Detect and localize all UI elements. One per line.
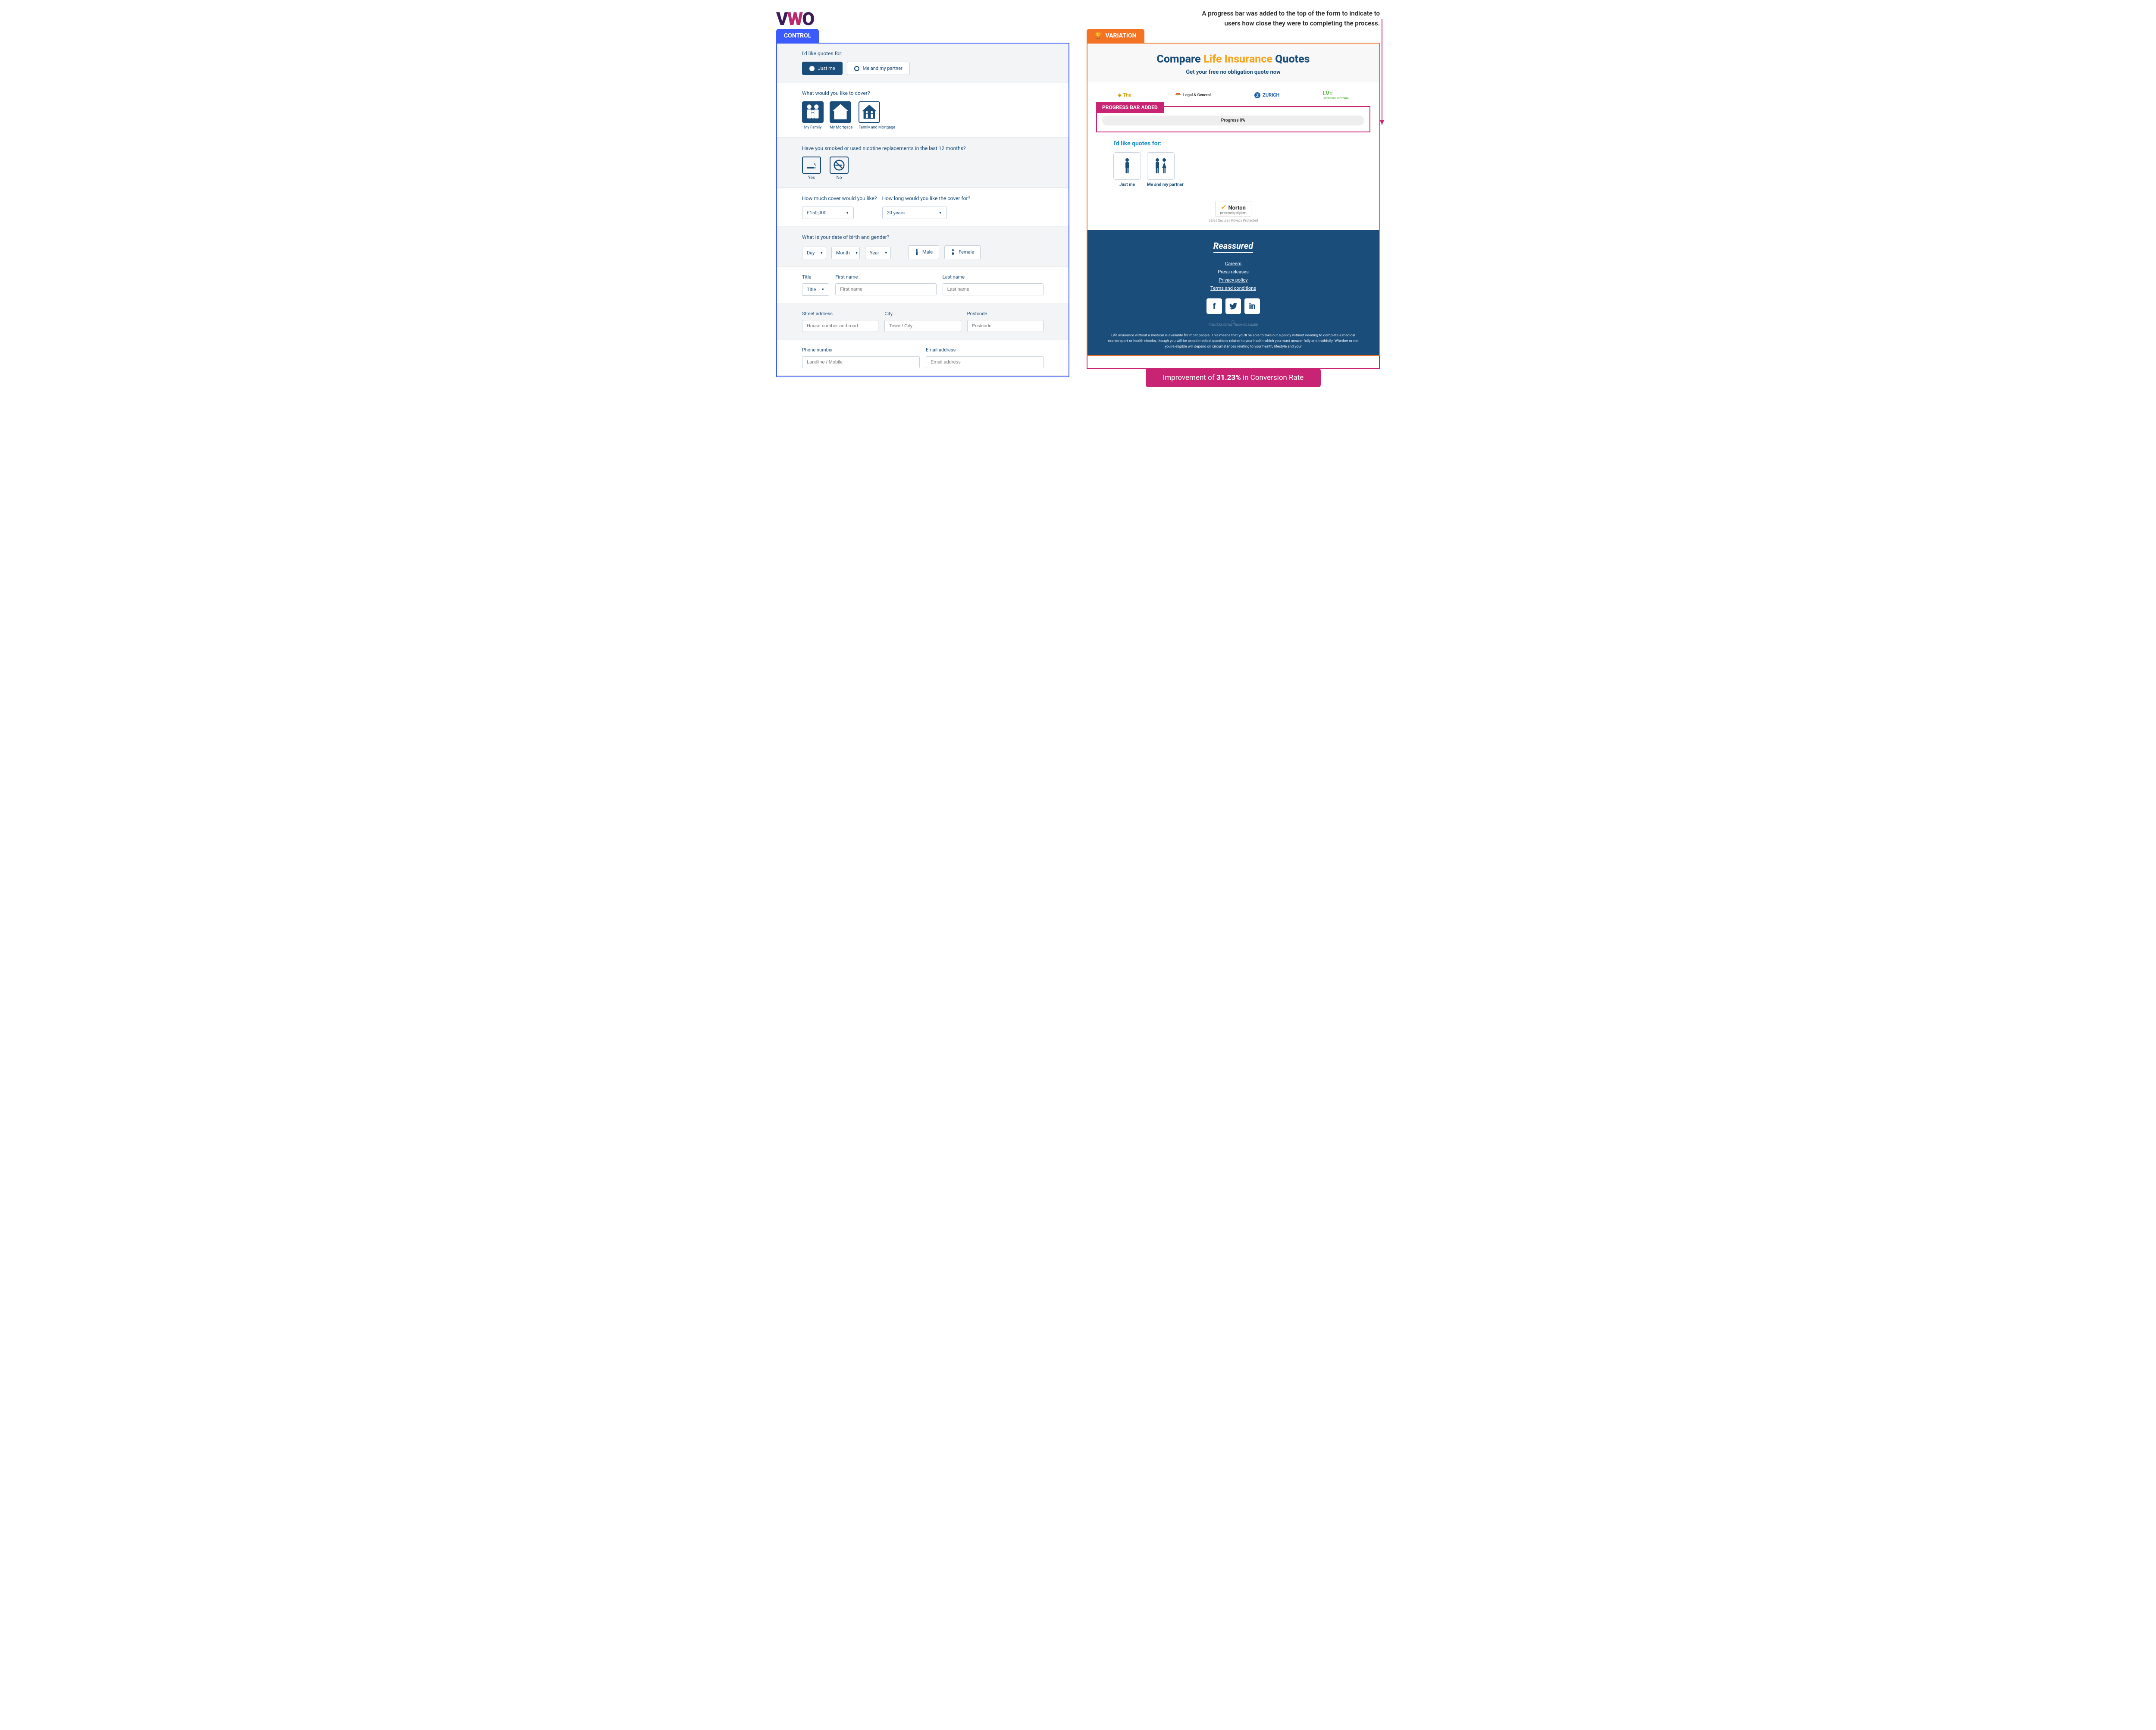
quotes-for-label: I'd like quotes for: (802, 50, 1044, 56)
result-badge: Improvement of 31.23% in Conversion Rate (1146, 368, 1321, 387)
disclaimer: Life insurance without a medical is avai… (1105, 333, 1362, 349)
control-tab: CONTROL (776, 29, 819, 43)
radio-icon (809, 66, 815, 71)
family-house-icon (859, 102, 879, 122)
first-name-input[interactable] (835, 283, 936, 295)
smoke-no[interactable]: No (830, 157, 849, 180)
footer-link-press[interactable]: Press releases (1105, 268, 1362, 276)
last-name-input[interactable] (943, 283, 1044, 295)
footer: Reassured Careers Press releases Privacy… (1087, 230, 1379, 355)
twitter-icon[interactable] (1225, 298, 1241, 314)
norton-badge: ✔ Norton powered by digicert (1215, 201, 1251, 217)
control-panel: I'd like quotes for: Just me Me and my p… (776, 43, 1069, 377)
brand-zurich: ZZURICH (1254, 92, 1279, 99)
cover-label: What would you like to cover? (802, 90, 1044, 96)
email-input[interactable] (926, 356, 1044, 368)
smoke-label: Have you smoked or used nicotine replace… (802, 145, 1044, 151)
cover-term-select[interactable]: 20 years▼ (882, 207, 947, 219)
gender-female[interactable]: Female (944, 245, 981, 259)
progress-bar-callout: PROGRESS BAR ADDED Progress 0% (1096, 106, 1370, 132)
var-partner[interactable]: Me and my partner (1147, 152, 1184, 187)
gender-male[interactable]: Male (908, 245, 939, 259)
partner-option[interactable]: Me and my partner (847, 62, 910, 75)
title-select[interactable]: Title▼ (802, 283, 829, 296)
page-title: Compare Life Insurance Quotes (1096, 53, 1370, 66)
cover-family[interactable]: My Family (802, 101, 824, 130)
person-icon (1123, 157, 1131, 175)
female-icon (951, 249, 955, 256)
family-icon (802, 101, 824, 123)
footer-link-privacy[interactable]: Privacy policy (1105, 276, 1362, 284)
page-subtitle: Get your free no obligation quote now (1096, 69, 1370, 75)
annotation-text: A progress bar was added to the top of t… (1190, 9, 1380, 28)
radio-icon (854, 66, 859, 71)
umbrella-icon (1175, 92, 1181, 99)
brand-lg: Legal & General (1175, 92, 1211, 99)
footer-link-careers[interactable]: Careers (1105, 260, 1362, 268)
house-icon (830, 101, 851, 123)
var-just-me[interactable]: Just me (1113, 152, 1141, 187)
street-input[interactable] (802, 320, 878, 332)
smoke-yes[interactable]: Yes (802, 157, 821, 180)
trophy-icon: 🏆 (1094, 32, 1102, 39)
linkedin-icon[interactable]: in (1244, 298, 1260, 314)
variation-panel: Compare Life Insurance Quotes Get your f… (1087, 43, 1380, 356)
phone-input[interactable] (802, 356, 920, 368)
callout-badge: PROGRESS BAR ADDED (1096, 102, 1164, 113)
cover-amount-select[interactable]: £150,000▼ (802, 207, 854, 219)
variation-tab: 🏆VARIATION (1087, 29, 1144, 43)
award-badge: ◯PRINCESS ROYAL TRAINING AWARD (1105, 320, 1362, 327)
couple-icon (1152, 157, 1169, 175)
chevron-down-icon: ▼ (846, 211, 849, 215)
cover-mortgage[interactable]: My Mortgage (830, 101, 852, 130)
footer-brand: Reassured (1213, 241, 1253, 253)
city-input[interactable] (884, 320, 961, 332)
dob-day[interactable]: Day▼ (802, 247, 826, 259)
dob-year[interactable]: Year▼ (865, 247, 891, 259)
dob-month[interactable]: Month▼ (831, 247, 860, 259)
chevron-down-icon: ▼ (939, 211, 942, 215)
cover-both[interactable]: Family and Mortgage (859, 101, 895, 130)
male-icon (915, 249, 919, 256)
svg-text:Z: Z (1256, 94, 1259, 98)
brand-the: ◆The (1118, 92, 1131, 98)
zurich-icon: Z (1254, 92, 1261, 99)
trust-line: Safe | Secure | Privacy Protected (1087, 219, 1379, 223)
postcode-input[interactable] (967, 320, 1044, 332)
facebook-icon[interactable]: f (1206, 298, 1222, 314)
footer-link-terms[interactable]: Terms and conditions (1105, 284, 1362, 292)
cigarette-icon (806, 160, 817, 171)
progress-bar: Progress 0% (1102, 116, 1364, 125)
just-me-option[interactable]: Just me (802, 62, 843, 75)
var-quotes-label: I'd like quotes for: (1113, 140, 1353, 147)
vwo-logo: VWO (776, 9, 814, 30)
no-smoking-icon (833, 159, 846, 172)
brand-lv: LV=LIVERPOOL VICTORIA (1323, 90, 1349, 100)
